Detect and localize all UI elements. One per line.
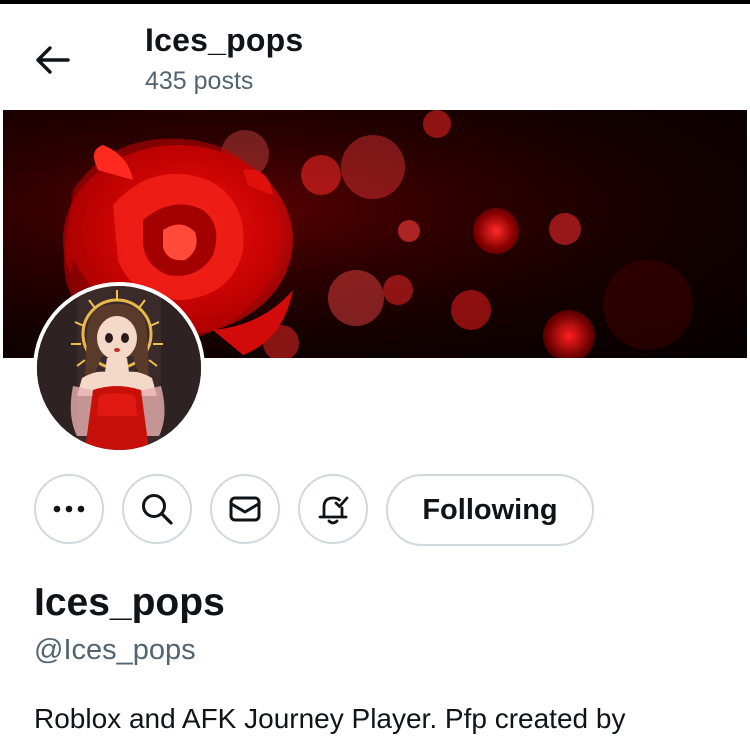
message-button[interactable] (210, 474, 280, 544)
bell-check-icon (318, 496, 349, 525)
mail-icon (229, 496, 261, 522)
search-icon (142, 494, 173, 525)
notifications-button[interactable] (298, 474, 368, 544)
back-button[interactable] (30, 40, 76, 80)
avatar-illustration (37, 286, 201, 450)
posts-count: 435 posts (145, 67, 254, 95)
profile-display-name: Ices_pops (34, 581, 225, 624)
search-button[interactable] (122, 474, 192, 544)
arrow-left-icon (36, 46, 70, 74)
profile-handle: @Ices_pops (34, 634, 196, 666)
more-dots-icon (53, 505, 85, 513)
profile-header-bar: Ices_pops 435 posts (0, 4, 750, 110)
following-button[interactable]: Following (386, 474, 594, 546)
header-title: Ices_pops (145, 22, 304, 58)
more-button[interactable] (34, 474, 104, 544)
profile-bio: Roblox and AFK Journey Player. Pfp creat… (34, 703, 626, 734)
avatar-image (37, 286, 201, 450)
profile-avatar[interactable] (33, 282, 205, 454)
